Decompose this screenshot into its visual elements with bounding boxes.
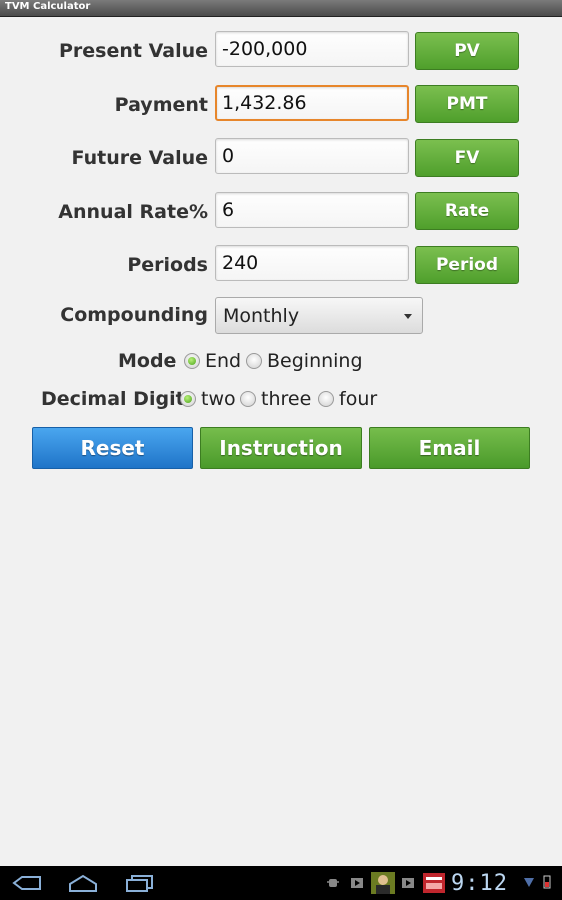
present-value-input[interactable]: -200,000 <box>215 31 409 67</box>
fv-button[interactable]: FV <box>415 139 519 177</box>
future-value-input[interactable]: 0 <box>215 138 409 174</box>
news-app-icon <box>423 873 445 893</box>
annual-rate-input[interactable]: 6 <box>215 192 409 228</box>
pv-button[interactable]: PV <box>415 32 519 70</box>
signal-icon <box>524 878 534 887</box>
system-nav-bar: 9:12 <box>0 866 562 900</box>
email-button[interactable]: Email <box>369 427 530 469</box>
decimal-three-radio[interactable] <box>240 391 256 407</box>
media-icon <box>402 878 414 888</box>
app-title: TVM Calculator <box>5 1 91 12</box>
future-value-label: Future Value <box>71 147 208 169</box>
home-icon[interactable] <box>68 874 98 892</box>
back-icon[interactable] <box>12 874 42 892</box>
period-button[interactable]: Period <box>415 246 519 284</box>
recent-apps-icon[interactable] <box>124 874 154 892</box>
mode-beginning-label[interactable]: Beginning <box>267 350 363 372</box>
mode-label: Mode <box>118 350 177 372</box>
status-time: 9:12 <box>451 871 508 896</box>
instruction-button[interactable]: Instruction <box>200 427 362 469</box>
periods-input[interactable]: 240 <box>215 245 409 281</box>
pmt-button[interactable]: PMT <box>415 85 519 123</box>
reset-button[interactable]: Reset <box>32 427 193 469</box>
mode-beginning-radio[interactable] <box>246 353 262 369</box>
compounding-selected: Monthly <box>223 305 300 327</box>
mode-end-label[interactable]: End <box>205 350 241 372</box>
decimal-two-radio[interactable] <box>180 391 196 407</box>
payment-label: Payment <box>114 94 208 116</box>
compounding-select[interactable]: Monthly <box>215 297 423 334</box>
decimal-digit-label: Decimal Digit <box>41 388 185 410</box>
mode-end-radio[interactable] <box>184 353 200 369</box>
battery-icon <box>543 875 551 889</box>
android-debug-icon <box>327 879 339 887</box>
decimal-two-label[interactable]: two <box>201 388 236 410</box>
media-icon <box>351 878 363 888</box>
title-bar: TVM Calculator <box>0 0 562 17</box>
payment-input[interactable]: 1,432.86 <box>215 85 409 121</box>
decimal-four-label[interactable]: four <box>339 388 377 410</box>
present-value-label: Present Value <box>58 40 208 62</box>
annual-rate-label: Annual Rate% <box>58 201 208 223</box>
contact-photo-icon <box>371 872 395 894</box>
periods-label: Periods <box>127 254 208 276</box>
chevron-down-icon <box>404 314 412 319</box>
rate-button[interactable]: Rate <box>415 192 519 230</box>
decimal-three-label[interactable]: three <box>261 388 311 410</box>
decimal-four-radio[interactable] <box>318 391 334 407</box>
compounding-label: Compounding <box>60 304 208 326</box>
